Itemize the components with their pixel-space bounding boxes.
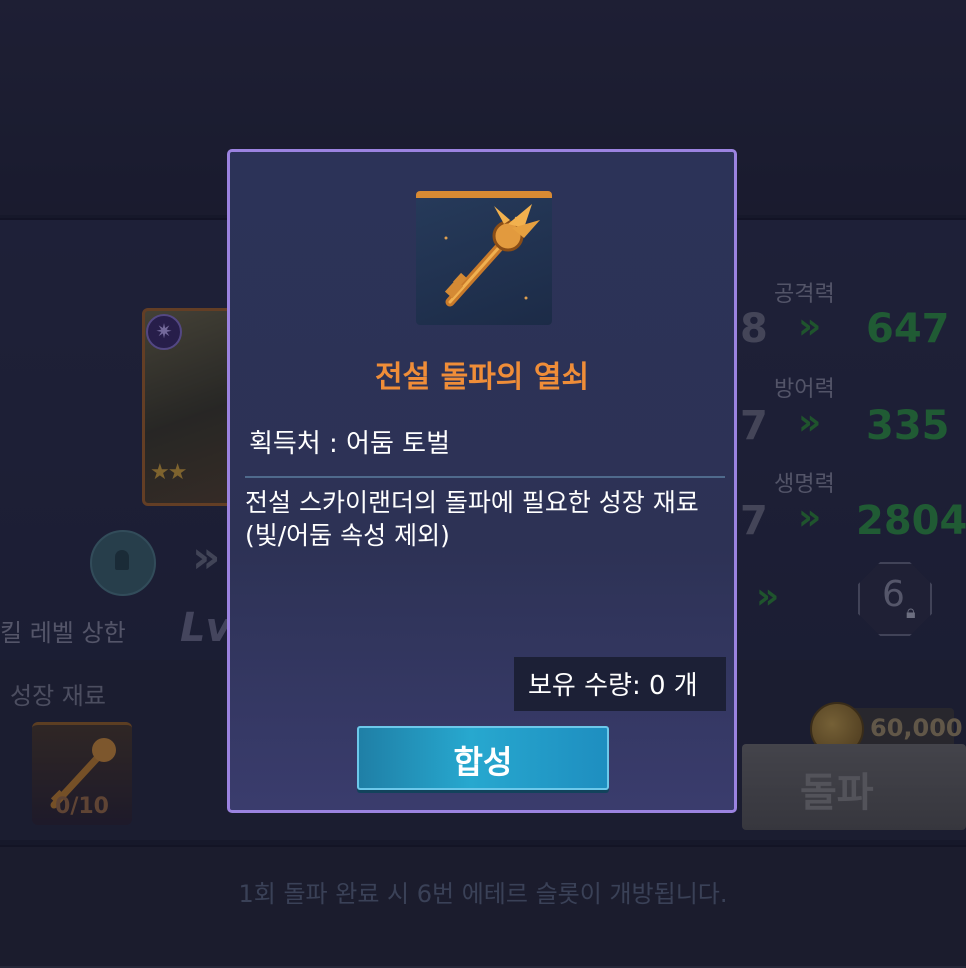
synthesize-button-label: 합성 xyxy=(453,743,513,781)
item-description: 전설 스카이랜더의 돌파에 필요한 성장 재료 (빛/어둠 속성 제외) xyxy=(245,488,699,550)
item-source: 획득처 : 어둠 토벌 xyxy=(249,429,450,459)
item-title: 전설 돌파의 열쇠 xyxy=(374,360,590,395)
golden-key-icon xyxy=(416,191,552,325)
owned-quantity: 보유 수량: 0 개 xyxy=(528,671,698,701)
divider xyxy=(245,476,725,478)
